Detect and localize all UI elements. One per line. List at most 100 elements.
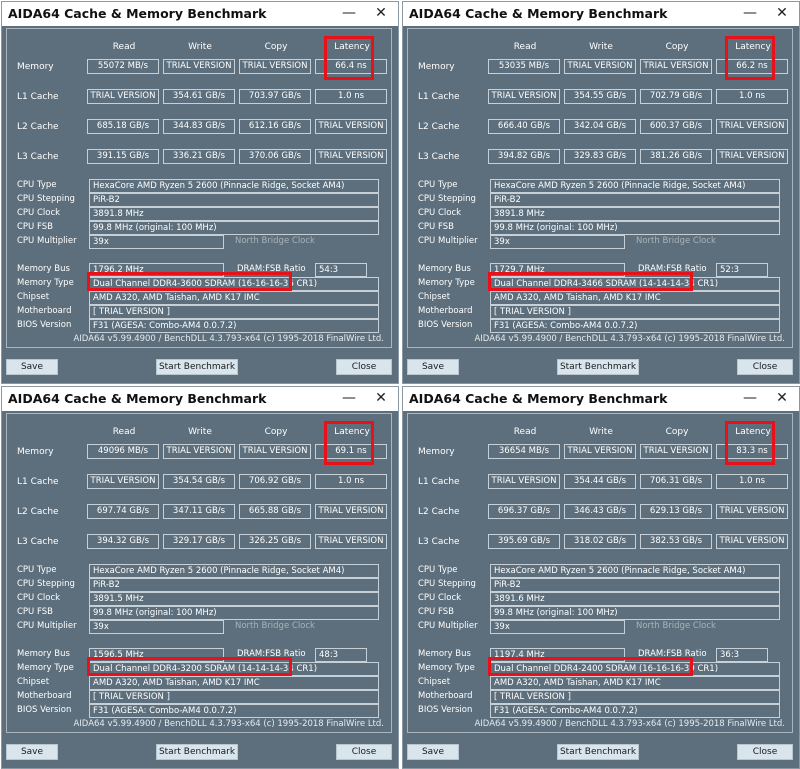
- start-benchmark-button[interactable]: Start Benchmark: [557, 744, 639, 760]
- result-latency: 1.0 ns: [315, 89, 387, 104]
- info-label: CPU Type: [17, 180, 57, 190]
- info-label: CPU FSB: [17, 222, 53, 232]
- info-label: CPU Stepping: [17, 579, 75, 589]
- info-label: Memory Bus: [17, 264, 70, 274]
- row-label: Memory: [418, 447, 455, 457]
- result-read: 395.69 GB/s: [488, 534, 560, 549]
- header-copy: Copy: [264, 42, 288, 52]
- info-label: Motherboard: [17, 691, 72, 701]
- dram-fsb-value: 54:3: [315, 263, 367, 277]
- minimize-icon[interactable]: —: [739, 3, 761, 23]
- start-benchmark-button[interactable]: Start Benchmark: [156, 744, 238, 760]
- result-read: 697.74 GB/s: [87, 504, 159, 519]
- result-latency: TRIAL VERSION: [716, 119, 788, 134]
- minimize-icon[interactable]: —: [338, 388, 360, 408]
- header-write: Write: [589, 427, 613, 437]
- info-label: CPU Clock: [17, 593, 61, 603]
- result-write: 336.21 GB/s: [163, 149, 235, 164]
- result-write: TRIAL VERSION: [163, 444, 235, 459]
- info-cpu_stepping: PiR-B2: [89, 193, 379, 207]
- save-button[interactable]: Save: [407, 359, 459, 375]
- memory-type-highlight: [87, 272, 292, 291]
- close-button[interactable]: Close: [737, 744, 793, 760]
- header-read: Read: [513, 427, 537, 437]
- result-read: 55072 MB/s: [87, 59, 159, 74]
- row-label: Memory: [17, 447, 54, 457]
- info-label: Memory Bus: [418, 649, 471, 659]
- close-icon[interactable]: ✕: [370, 388, 392, 408]
- latency-highlight: [725, 36, 775, 80]
- result-latency: TRIAL VERSION: [315, 534, 387, 549]
- result-write: 344.83 GB/s: [163, 119, 235, 134]
- result-copy: 629.13 GB/s: [640, 504, 712, 519]
- info-label: CPU Multiplier: [17, 236, 77, 246]
- result-copy: 703.97 GB/s: [239, 89, 311, 104]
- row-label: L1 Cache: [17, 92, 59, 102]
- save-button[interactable]: Save: [6, 359, 58, 375]
- benchmark-window: AIDA64 Cache & Memory Benchmark — ✕ Read…: [1, 386, 399, 769]
- result-latency: TRIAL VERSION: [716, 534, 788, 549]
- header-write: Write: [589, 42, 613, 52]
- info-label: CPU Clock: [17, 208, 61, 218]
- info-mobo: [ TRIAL VERSION ]: [490, 690, 780, 704]
- close-icon[interactable]: ✕: [771, 388, 793, 408]
- start-benchmark-button[interactable]: Start Benchmark: [156, 359, 238, 375]
- result-copy: 706.92 GB/s: [239, 474, 311, 489]
- dram-fsb-value: 48:3: [315, 648, 367, 662]
- row-label: L1 Cache: [17, 477, 59, 487]
- result-read: 696.37 GB/s: [488, 504, 560, 519]
- close-button[interactable]: Close: [336, 359, 392, 375]
- close-button[interactable]: Close: [336, 744, 392, 760]
- info-label: CPU Multiplier: [17, 621, 77, 631]
- close-button[interactable]: Close: [737, 359, 793, 375]
- result-read: 53035 MB/s: [488, 59, 560, 74]
- header-copy: Copy: [665, 427, 689, 437]
- header-read: Read: [112, 427, 136, 437]
- result-write: 354.61 GB/s: [163, 89, 235, 104]
- info-mobo: [ TRIAL VERSION ]: [89, 690, 379, 704]
- result-write: 354.54 GB/s: [163, 474, 235, 489]
- row-label: L3 Cache: [418, 152, 460, 162]
- close-icon[interactable]: ✕: [370, 3, 392, 23]
- row-label: L2 Cache: [17, 507, 59, 517]
- info-label: Motherboard: [17, 306, 72, 316]
- info-cpu_stepping: PiR-B2: [490, 578, 780, 592]
- north-bridge-clock-label: North Bridge Clock: [636, 236, 716, 246]
- info-chipset: AMD A320, AMD Taishan, AMD K17 IMC: [89, 291, 379, 305]
- info-bios: F31 (AGESA: Combo-AM4 0.0.7.2): [490, 704, 780, 718]
- info-cpu_stepping: PiR-B2: [490, 193, 780, 207]
- north-bridge-clock-label: North Bridge Clock: [636, 621, 716, 631]
- header-write: Write: [188, 427, 212, 437]
- info-chipset: AMD A320, AMD Taishan, AMD K17 IMC: [490, 676, 780, 690]
- minimize-icon[interactable]: —: [338, 3, 360, 23]
- result-write: TRIAL VERSION: [564, 59, 636, 74]
- minimize-icon[interactable]: —: [739, 388, 761, 408]
- row-label: L1 Cache: [418, 92, 460, 102]
- save-button[interactable]: Save: [6, 744, 58, 760]
- info-cpu_fsb: 99.8 MHz (original: 100 MHz): [89, 606, 379, 620]
- result-copy: 665.88 GB/s: [239, 504, 311, 519]
- save-button[interactable]: Save: [407, 744, 459, 760]
- dram-fsb-value: 52:3: [716, 263, 768, 277]
- info-label: CPU Stepping: [17, 194, 75, 204]
- copyright-footer: AIDA64 v5.99.4900 / BenchDLL 4.3.793-x64…: [73, 334, 384, 344]
- north-bridge-clock-label: North Bridge Clock: [235, 621, 315, 631]
- result-write: 347.11 GB/s: [163, 504, 235, 519]
- info-label: Motherboard: [418, 691, 473, 701]
- info-label: Chipset: [418, 677, 451, 687]
- close-icon[interactable]: ✕: [771, 3, 793, 23]
- info-label: CPU FSB: [418, 607, 454, 617]
- info-mobo: [ TRIAL VERSION ]: [490, 305, 780, 319]
- result-write: 329.83 GB/s: [564, 149, 636, 164]
- result-copy: 706.31 GB/s: [640, 474, 712, 489]
- row-label: L3 Cache: [17, 152, 59, 162]
- info-cpu_fsb: 99.8 MHz (original: 100 MHz): [490, 606, 780, 620]
- info-label: CPU FSB: [17, 607, 53, 617]
- info-cpu_type: HexaCore AMD Ryzen 5 2600 (Pinnacle Ridg…: [89, 179, 379, 193]
- info-cpu_fsb: 99.8 MHz (original: 100 MHz): [490, 221, 780, 235]
- info-label: Chipset: [17, 677, 50, 687]
- info-mobo: [ TRIAL VERSION ]: [89, 305, 379, 319]
- info-label: CPU Multiplier: [418, 236, 478, 246]
- start-benchmark-button[interactable]: Start Benchmark: [557, 359, 639, 375]
- info-label: CPU Clock: [418, 208, 462, 218]
